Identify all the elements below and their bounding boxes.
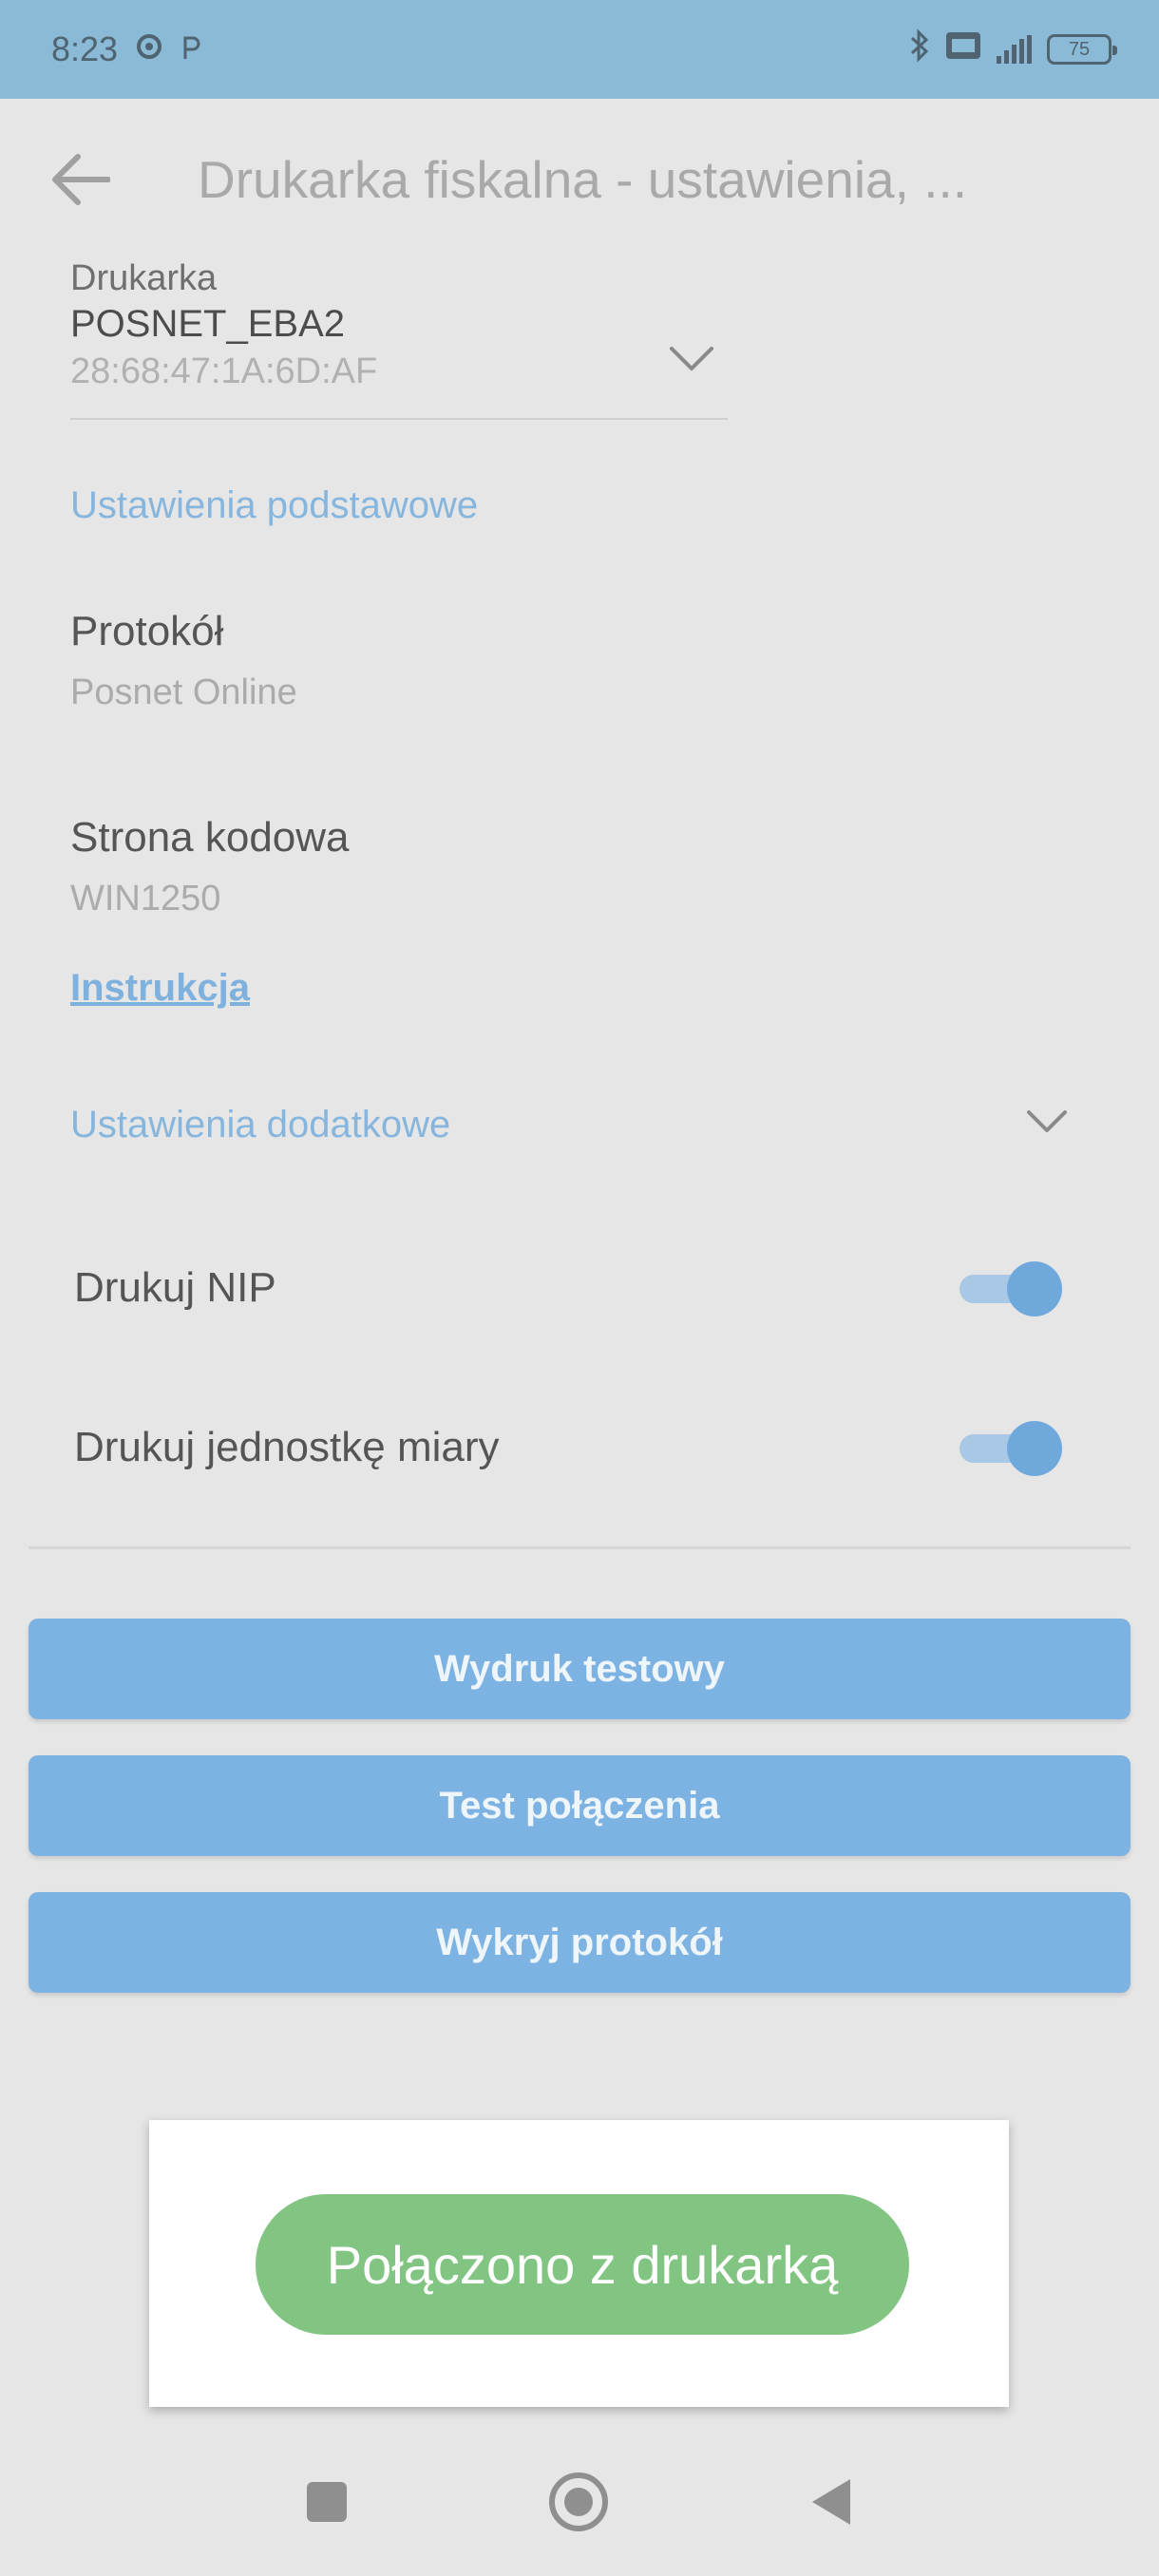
page-title: Drukarka fiskalna - ustawienia, ... (198, 150, 968, 209)
print-unit-toggle[interactable] (960, 1421, 1062, 1476)
printer-selector[interactable]: Drukarka POSNET_EBA2 28:68:47:1A:6D:AF (70, 258, 728, 420)
printer-label: Drukarka (70, 258, 218, 298)
settings-notification-icon (135, 29, 163, 69)
protocol-title: Protokół (70, 608, 224, 654)
divider (28, 1546, 1130, 1549)
connection-test-button[interactable]: Test połączenia (28, 1755, 1130, 1856)
code-page-setting[interactable]: Strona kodowa WIN1250 (70, 814, 350, 919)
printer-mac: 28:68:47:1A:6D:AF (70, 351, 378, 391)
signal-icon (997, 35, 1032, 64)
hd-icon (945, 31, 981, 67)
status-bar: 8:23 75 (0, 0, 1159, 99)
code-page-title: Strona kodowa (70, 814, 350, 861)
toast-dialog: Połączono z drukarką (149, 2120, 1009, 2407)
app-bar: Drukarka fiskalna - ustawienia, ... (0, 99, 1159, 260)
code-page-value: WIN1250 (70, 879, 221, 919)
basic-settings-header: Ustawienia podstawowe (70, 484, 479, 526)
status-left: 8:23 (51, 29, 203, 69)
toggle-knob (1007, 1421, 1062, 1476)
home-icon[interactable] (548, 2472, 609, 2537)
battery-level: 75 (1068, 38, 1091, 60)
toggle-knob (1007, 1261, 1062, 1316)
back-nav-icon[interactable] (808, 2477, 854, 2531)
bluetooth-icon (909, 28, 930, 70)
additional-settings-header[interactable]: Ustawienia dodatkowe (70, 1104, 450, 1146)
print-nip-row: Drukuj NIP (74, 1250, 1062, 1326)
battery-icon: 75 (1047, 34, 1117, 65)
status-time: 8:23 (51, 29, 119, 68)
print-nip-label: Drukuj NIP (74, 1264, 276, 1311)
print-unit-row: Drukuj jednostkę miary (74, 1410, 1062, 1486)
protocol-setting[interactable]: Protokół Posnet Online (70, 608, 297, 713)
print-unit-label: Drukuj jednostkę miary (74, 1424, 500, 1470)
chevron-down-icon (669, 346, 714, 377)
chevron-down-icon[interactable] (1026, 1109, 1068, 1139)
back-arrow-icon[interactable] (46, 145, 114, 214)
toast-message: Połączono z drukarką (256, 2194, 909, 2335)
status-right: 75 (909, 28, 1117, 70)
protocol-value: Posnet Online (70, 672, 297, 712)
instruction-link[interactable]: Instrukcja (70, 967, 250, 1010)
printer-name: POSNET_EBA2 (70, 303, 346, 345)
system-nav-bar (0, 2432, 1159, 2576)
test-print-button[interactable]: Wydruk testowy (28, 1619, 1130, 1719)
print-nip-toggle[interactable] (960, 1261, 1062, 1316)
detect-protocol-button[interactable]: Wykryj protokół (28, 1892, 1130, 1993)
parking-notification-icon (180, 29, 203, 69)
recent-apps-icon[interactable] (305, 2480, 349, 2529)
